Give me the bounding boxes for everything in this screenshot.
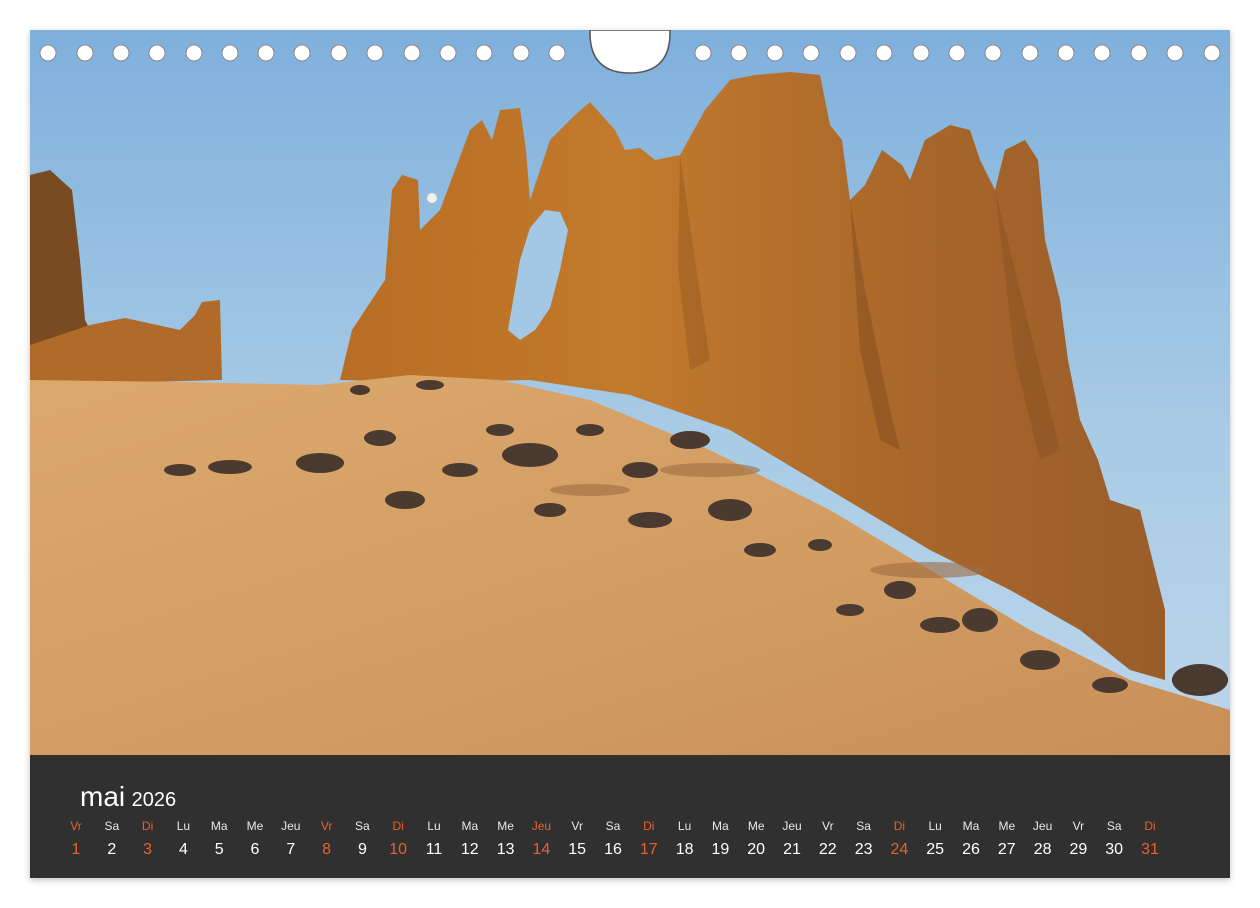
day-number: 11 xyxy=(425,841,443,858)
weekday-label: Vr xyxy=(70,819,82,833)
day-number: 27 xyxy=(997,841,1016,858)
day-number: 21 xyxy=(783,841,801,858)
day-number: 14 xyxy=(532,841,551,858)
day-number: 3 xyxy=(143,841,153,858)
wire-binding-holes xyxy=(39,30,1221,74)
weekday-label: Jeu xyxy=(531,819,552,833)
day-number: 5 xyxy=(214,841,224,858)
day-number: 30 xyxy=(1105,841,1124,858)
day-number: 23 xyxy=(854,841,873,858)
day-number: 12 xyxy=(460,841,479,858)
weekday-label: Me xyxy=(497,819,514,833)
day-number: 24 xyxy=(890,841,909,858)
weekday-label: Ma xyxy=(210,819,228,833)
calendar-page: mai 2026 Vr 1 Sa 2 Di 3 Lu 4 Ma 5 Me 6 Jeu 7 Vr 8 Sa 9 Di 1… xyxy=(30,30,1230,878)
day-number: 6 xyxy=(250,841,260,858)
day-number: 1 xyxy=(71,841,81,858)
day-number: 26 xyxy=(962,841,980,858)
day-number: 19 xyxy=(711,841,730,858)
weekday-label: Vr xyxy=(1072,819,1085,833)
weekday-label: Sa xyxy=(605,819,621,833)
day-number: 31 xyxy=(1141,841,1159,858)
weekday-label: Ma xyxy=(712,819,729,833)
weekday-label: Lu xyxy=(928,819,942,833)
weekday-label: Lu xyxy=(677,819,692,833)
day-number: 9 xyxy=(357,841,367,858)
month-name: mai xyxy=(80,781,126,812)
weekday-label: Jeu xyxy=(1032,819,1053,833)
weekday-label: Di xyxy=(141,819,154,833)
day-number: 10 xyxy=(389,841,408,858)
weekday-label: Lu xyxy=(427,819,441,833)
weekday-label: Sa xyxy=(104,819,120,833)
calendar-strip: mai 2026 Vr 1 Sa 2 Di 3 Lu 4 Ma 5 Me 6 Jeu 7 Vr 8 Sa 9 Di 1… xyxy=(30,755,1230,878)
day-number: 20 xyxy=(747,841,766,858)
weekday-label: Vr xyxy=(320,819,333,833)
weekday-label: Me xyxy=(998,819,1016,833)
day-number: 4 xyxy=(178,841,188,858)
day-number: 8 xyxy=(322,841,332,858)
day-number: 29 xyxy=(1069,841,1088,858)
weekday-label: Vr xyxy=(822,819,834,833)
weekday-label: Jeu xyxy=(782,819,802,833)
day-number: 15 xyxy=(568,841,587,858)
weekday-label: Me xyxy=(246,819,264,833)
weekday-label: Di xyxy=(1144,819,1156,833)
month-year: 2026 xyxy=(131,789,177,811)
day-number: 17 xyxy=(639,841,658,858)
weekday-label: Di xyxy=(392,819,404,833)
weekday-label: Ma xyxy=(962,819,980,833)
weekday-label: Sa xyxy=(856,819,871,833)
weekday-label: Di xyxy=(643,819,655,833)
day-number: 7 xyxy=(286,841,296,858)
weekday-label: Di xyxy=(893,819,906,833)
day-number: 22 xyxy=(818,841,837,858)
weekday-label: Me xyxy=(747,819,765,833)
weekday-label: Jeu xyxy=(281,819,301,833)
day-number: 28 xyxy=(1033,841,1052,858)
day-number: 13 xyxy=(496,841,515,858)
day-number: 25 xyxy=(926,841,945,858)
weekday-label: Lu xyxy=(176,819,191,833)
day-number: 18 xyxy=(675,841,694,858)
day-number: 16 xyxy=(604,841,622,858)
weekday-label: Sa xyxy=(355,819,370,833)
weekday-label: Ma xyxy=(461,819,479,833)
month-title: mai 2026 xyxy=(80,781,176,813)
day-number: 2 xyxy=(107,841,117,858)
desert-rock-arch-photo xyxy=(30,30,1230,755)
weekday-label: Sa xyxy=(1106,819,1122,833)
weekday-label: Vr xyxy=(571,819,583,833)
